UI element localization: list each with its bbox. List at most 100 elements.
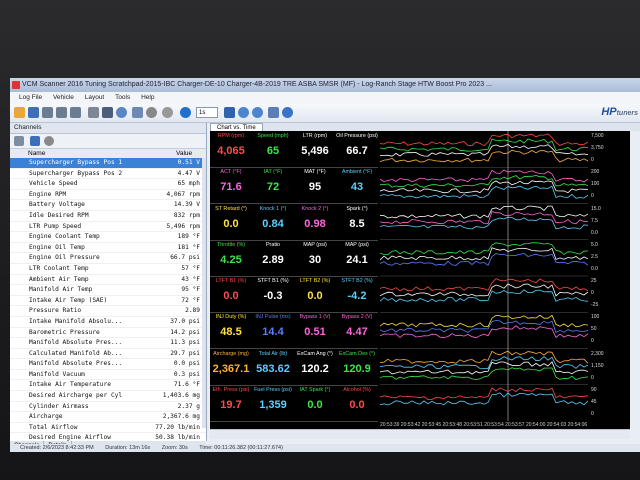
channel-name: Ambient Air Temp xyxy=(29,275,89,283)
menu-layout[interactable]: Layout xyxy=(85,94,105,101)
chart-scrollbar[interactable] xyxy=(210,429,630,439)
gauge-label: LTR (rpm) xyxy=(302,133,328,139)
gauge[interactable]: STFT B1 (%) -0.3 xyxy=(252,276,294,312)
gauge[interactable]: Fuel Press (psi) 1,359 xyxy=(252,385,294,421)
gauge[interactable]: IAT (°F) 72 xyxy=(252,167,294,203)
channels-scrollbar[interactable] xyxy=(202,158,206,428)
channel-row[interactable]: Battery Voltage 14.39 V xyxy=(10,200,206,211)
gauge[interactable]: Oil Pressure (psi) 66.7 xyxy=(336,131,378,167)
gauge[interactable]: MAP (psi) 24.1 xyxy=(336,240,378,276)
stop-icon[interactable] xyxy=(88,107,99,118)
gauge[interactable]: ExCam Ang (°) 120.2 xyxy=(294,349,336,385)
scale-group: 25 0 -25 xyxy=(591,276,629,312)
channel-row[interactable]: Vehicle Speed 65 mph xyxy=(10,179,206,190)
gauge[interactable]: LTR (rpm) 5,496 xyxy=(294,131,336,167)
gauge[interactable]: MAP (psi) 30 xyxy=(294,240,336,276)
gauge[interactable]: Aircharge (mg) 2,367.1 xyxy=(210,349,252,385)
menu-log-file[interactable]: Log File xyxy=(19,94,42,101)
channel-settings-icon[interactable] xyxy=(44,136,54,146)
gauge[interactable]: ExCam Des (°) 120.9 xyxy=(336,349,378,385)
channel-row[interactable]: Engine Coolant Temp 189 °F xyxy=(10,232,206,243)
channel-row[interactable]: Intake Manifold Absolu... 37.0 psi xyxy=(10,317,206,328)
gauge[interactable]: LTFT B2 (%) 0.0 xyxy=(294,276,336,312)
gauge-value: 14.4 xyxy=(262,326,284,339)
play-icon[interactable] xyxy=(180,107,191,118)
scale-group: 2,300 1,150 0 xyxy=(591,349,629,385)
zoom-fit-icon[interactable] xyxy=(268,107,279,118)
channel-row[interactable]: LTR Coolant Temp 57 °F xyxy=(10,264,206,275)
channel-row[interactable]: Engine Oil Pressure 66.7 psi xyxy=(10,253,206,264)
pause-icon[interactable] xyxy=(132,107,143,118)
gauge-label: IAT (°F) xyxy=(263,169,283,176)
car-icon[interactable] xyxy=(56,107,67,118)
gauge[interactable]: Ambient (°F) 43 xyxy=(336,167,378,203)
channel-row[interactable]: LTR Pump Speed 5,496 rpm xyxy=(10,222,206,233)
gauge[interactable]: RPM (rpm) 4,065 xyxy=(210,131,252,167)
channel-row[interactable]: Intake Air Temperature 71.6 °F xyxy=(10,380,206,392)
channel-row[interactable]: Manifold Vacuum 0.3 psi xyxy=(10,370,206,381)
channel-row[interactable]: Supercharger Bypass Pos 2 4.47 V xyxy=(10,169,206,180)
scale-label: 2.5 xyxy=(591,253,598,260)
save-icon[interactable] xyxy=(28,107,39,118)
channel-row[interactable]: Barometric Pressure 14.2 psi xyxy=(10,328,206,339)
time-plots[interactable] xyxy=(380,131,588,421)
channel-list-icon[interactable] xyxy=(14,136,24,146)
gauge[interactable]: STFT B2 (%) -4.2 xyxy=(336,276,378,312)
gear-icon[interactable] xyxy=(162,107,173,118)
zoom-out-icon[interactable] xyxy=(252,107,263,118)
channel-row[interactable]: Manifold Absolute Pres... 11.3 psi xyxy=(10,338,206,349)
gauge[interactable]: ST Retard (°) 0.0 xyxy=(210,204,252,240)
scan-icon[interactable] xyxy=(116,107,127,118)
gauge[interactable]: INJ Duty (%) 48.5 xyxy=(210,312,252,348)
gauge[interactable]: Bypass 1 (V) 0.51 xyxy=(294,312,336,348)
gauge[interactable]: Knock 2 (°) 0.98 xyxy=(294,204,336,240)
channel-row[interactable]: Aircharge 2,367.6 mg xyxy=(10,412,206,423)
gauge[interactable]: Speed (mph) 65 xyxy=(252,131,294,167)
gauge-label: Alcohol (%) xyxy=(343,386,371,393)
info-icon[interactable] xyxy=(282,107,293,118)
channel-row[interactable]: Calculated Manifold Ab... 29.7 psi xyxy=(10,349,206,360)
connect-icon[interactable] xyxy=(70,107,81,118)
channel-row[interactable]: Idle Desired RPM 832 rpm xyxy=(10,211,206,222)
channel-row[interactable]: Desired Aircharge per Cyl 1,403.6 mg xyxy=(10,391,206,402)
menu-vehicle[interactable]: Vehicle xyxy=(53,94,74,101)
channel-value: 1,403.6 mg xyxy=(162,392,200,400)
zoom-in-icon[interactable] xyxy=(238,107,249,118)
gauge[interactable]: LTFT B1 (%) 0.0 xyxy=(210,276,252,312)
channel-name: LTR Pump Speed xyxy=(29,222,82,230)
gauge[interactable]: MAT (°F) 95 xyxy=(294,167,336,203)
gauge[interactable]: Total Air (lb) 583.62 xyxy=(252,349,294,385)
menu-tools[interactable]: Tools xyxy=(115,94,130,101)
gauge[interactable]: Throttle (%) 4.25 xyxy=(210,240,252,276)
gauge[interactable]: Eth. Press (psi) 19.7 xyxy=(210,385,252,421)
menu-help[interactable]: Help xyxy=(141,94,154,101)
channel-row[interactable]: Engine RPM 4,067 rpm xyxy=(10,190,206,201)
channel-row[interactable]: Cylinder Airmass 2.37 g xyxy=(10,402,206,413)
skip-icon[interactable] xyxy=(224,107,235,118)
gauge[interactable]: Spark (°) 8.5 xyxy=(336,204,378,240)
gauge[interactable]: Knock 1 (°) 0.84 xyxy=(252,204,294,240)
channel-row[interactable]: Supercharger Bypass Pos 1 0.51 V xyxy=(10,158,206,169)
channel-row[interactable]: Total Airflow 77.20 lb/min xyxy=(10,423,206,434)
record-icon[interactable] xyxy=(102,107,113,118)
gauge[interactable]: Pratio 2.89 xyxy=(252,240,294,276)
channel-row[interactable]: Manifold Absolute Pres... 0.0 psi xyxy=(10,359,206,370)
zoom-select[interactable]: 1s xyxy=(196,107,218,118)
gauge[interactable]: Bypass 2 (V) 4.47 xyxy=(336,312,378,348)
gauge[interactable]: Alcohol (%) 0.0 xyxy=(336,385,378,421)
channel-row[interactable]: Pressure Ratio 2.89 xyxy=(10,306,206,317)
gauge[interactable]: INJ Pulse (ms) 14.4 xyxy=(252,312,294,348)
channel-row[interactable]: Intake Air Temp (SAE) 72 °F xyxy=(10,296,206,307)
settings-icon[interactable] xyxy=(146,107,157,118)
scale-group: 7,500 3,750 0 xyxy=(591,131,629,167)
gauge[interactable]: IAT Spark (°) 0.0 xyxy=(294,385,336,421)
channel-row[interactable]: Engine Oil Temp 181 °F xyxy=(10,243,206,254)
gauge[interactable]: ACT (°F) 71.6 xyxy=(210,167,252,203)
channel-save-icon[interactable] xyxy=(30,136,40,146)
channel-row[interactable]: Ambient Air Temp 43 °F xyxy=(10,275,206,286)
vehicle-icon[interactable] xyxy=(42,107,53,118)
gauge-value: 66.7 xyxy=(346,145,368,157)
channel-value: 95 °F xyxy=(181,286,200,294)
open-folder-icon[interactable] xyxy=(14,107,25,118)
channel-row[interactable]: Manifold Air Temp 95 °F xyxy=(10,285,206,296)
